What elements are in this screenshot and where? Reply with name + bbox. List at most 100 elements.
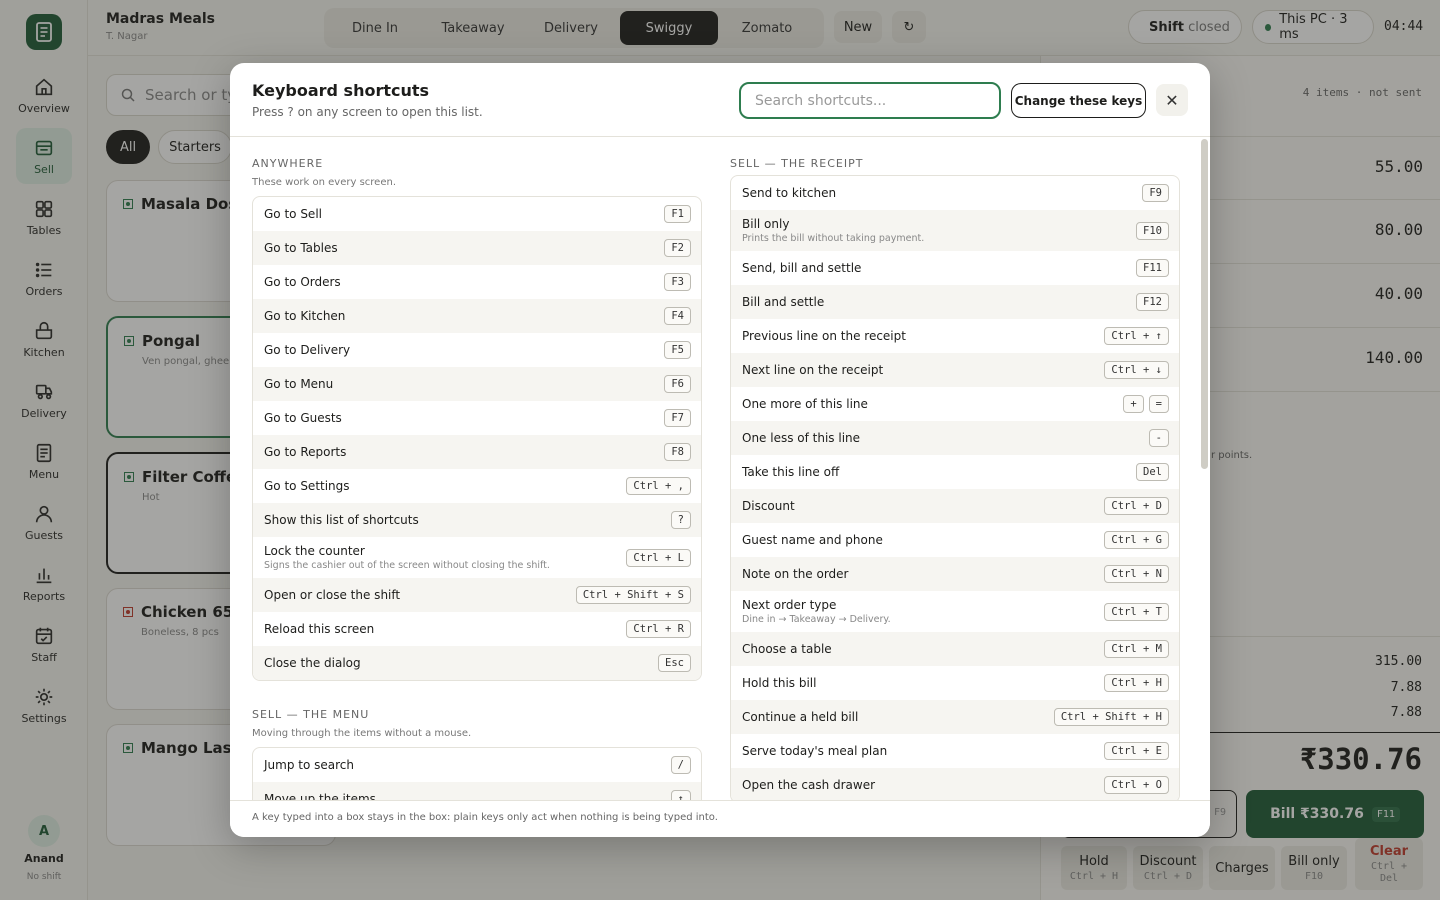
shortcut-row[interactable]: Go to Guests F7 (253, 401, 701, 435)
shortcut-row[interactable]: Move up the items ↑ (253, 782, 701, 800)
shortcut-text: Close the dialog (264, 656, 361, 670)
shortcut-text: Reload this screen (264, 622, 374, 636)
shortcut-row[interactable]: Hold this bill Ctrl + H (731, 666, 1179, 700)
shortcut-row[interactable]: Choose a table Ctrl + M (731, 632, 1179, 666)
key-cap: Ctrl + Shift + H (1053, 708, 1169, 726)
shortcut-label: Go to Sell (264, 207, 322, 221)
dialog-scrollbar[interactable] (1201, 139, 1208, 469)
shortcut-label: Go to Menu (264, 377, 334, 391)
shortcut-row[interactable]: Next order type Dine in → Takeaway → Deli… (731, 591, 1179, 632)
shortcut-row[interactable]: Take this line off Del (731, 455, 1179, 489)
shortcut-text: Go to Tables (264, 241, 338, 255)
key-cap: F9 (1142, 184, 1169, 202)
dialog-body[interactable]: ANYWHERE These work on every screen. Go … (230, 137, 1210, 800)
shortcut-row[interactable]: Open or close the shift Ctrl + Shift + S (253, 578, 701, 612)
shortcut-description: Dine in → Takeaway → Delivery. (742, 614, 891, 625)
key-cap: Ctrl + O (1104, 776, 1169, 794)
shortcut-description: Prints the bill without taking payment. (742, 233, 925, 244)
shortcut-text: One less of this line (742, 431, 860, 445)
shortcut-row[interactable]: Go to Reports F8 (253, 435, 701, 469)
key-cap: Ctrl + M (1104, 640, 1169, 658)
shortcut-row[interactable]: Send, bill and settle F11 (731, 251, 1179, 285)
shortcut-label: Send, bill and settle (742, 261, 862, 275)
close-icon[interactable]: ✕ (1156, 84, 1188, 116)
shortcut-label: Reload this screen (264, 622, 375, 636)
key-cap: Ctrl + ↑ (1104, 327, 1169, 345)
shortcut-row[interactable]: Continue a held bill Ctrl + Shift + H (731, 700, 1179, 734)
key-cap: Ctrl + L (626, 548, 691, 567)
shortcut-row[interactable]: One less of this line - (731, 421, 1179, 455)
shortcut-text: Next line on the receipt (742, 363, 883, 377)
shortcut-row[interactable]: Go to Settings Ctrl + , (253, 469, 701, 503)
shortcut-text: Discount (742, 499, 795, 513)
shortcut-keys: Ctrl + R (626, 620, 691, 638)
shortcut-label: Go to Guests (264, 411, 342, 425)
shortcut-row[interactable]: Go to Orders F3 (253, 265, 701, 299)
shortcut-label: Move up the items (264, 792, 376, 800)
shortcut-text: Go to Reports (264, 445, 346, 459)
shortcut-row[interactable]: Go to Menu F6 (253, 367, 701, 401)
shortcut-text: Hold this bill (742, 676, 816, 690)
shortcut-row[interactable]: One more of this line + = (731, 387, 1179, 421)
shortcut-text: Bill and settle (742, 295, 824, 309)
shortcut-row[interactable]: Guest name and phone Ctrl + G (731, 523, 1179, 557)
key-cap: F12 (1136, 293, 1169, 311)
shortcut-row[interactable]: Close the dialog Esc (253, 646, 701, 680)
shortcut-row[interactable]: Go to Delivery F5 (253, 333, 701, 367)
shortcut-row[interactable]: Go to Tables F2 (253, 231, 701, 265)
key-cap: ↑ (670, 790, 691, 800)
shortcut-row[interactable]: Note on the order Ctrl + N (731, 557, 1179, 591)
key-cap: F5 (664, 341, 691, 359)
shortcut-row[interactable]: Next line on the receipt Ctrl + ↓ (731, 353, 1179, 387)
shortcut-keys: ↑ (670, 790, 691, 800)
key-cap: F2 (664, 239, 691, 257)
shortcut-keys: Ctrl + M (1104, 640, 1169, 658)
shortcut-label: Serve today's meal plan (742, 744, 888, 758)
shortcut-row[interactable]: Send to kitchen F9 (731, 176, 1179, 210)
key-cap: + (1123, 395, 1144, 413)
shortcut-text: Previous line on the receipt (742, 329, 906, 343)
shortcut-row[interactable]: Discount Ctrl + D (731, 489, 1179, 523)
section-title-menu: SELL — THE MENU (252, 708, 370, 721)
shortcut-row[interactable]: Previous line on the receipt Ctrl + ↑ (731, 319, 1179, 353)
shortcut-keys: Ctrl + G (1104, 531, 1169, 549)
section-subtitle-menu: Moving through the items without a mouse… (252, 728, 472, 739)
shortcut-list-receipt: Send to kitchen F9 Bill only Prints the bil… (730, 175, 1180, 800)
shortcut-row[interactable]: Serve today's meal plan Ctrl + E (731, 734, 1179, 768)
shortcut-label: Show this list of shortcuts (264, 513, 419, 527)
shortcut-text: Note on the order (742, 567, 849, 581)
change-keys-button[interactable]: Change these keys (1011, 83, 1146, 118)
key-cap: Ctrl + Shift + S (575, 586, 691, 604)
shortcut-label: Take this line off (742, 465, 840, 479)
shortcut-row[interactable]: Open the cash drawer Ctrl + O (731, 768, 1179, 800)
shortcut-text: Choose a table (742, 642, 832, 656)
shortcut-text: Go to Settings (264, 479, 350, 493)
shortcut-text: Go to Kitchen (264, 309, 345, 323)
shortcut-search-input[interactable] (739, 82, 1001, 119)
shortcut-row[interactable]: Lock the counter Signs the cashier out of… (253, 537, 701, 578)
shortcut-label: Jump to search (264, 758, 354, 772)
shortcut-row[interactable]: Show this list of shortcuts? (253, 503, 701, 537)
shortcut-row[interactable]: Reload this screen Ctrl + R (253, 612, 701, 646)
shortcut-row[interactable]: Bill and settle F12 (731, 285, 1179, 319)
key-cap: Ctrl + N (1104, 565, 1169, 583)
shortcut-row[interactable]: Jump to search / (253, 748, 701, 782)
shortcut-keys: F11 (1136, 259, 1169, 277)
key-cap: Ctrl + D (1104, 497, 1169, 515)
shortcut-text: Jump to search (264, 758, 354, 772)
shortcut-label: Go to Delivery (264, 343, 351, 357)
shortcut-label: Go to Orders (264, 275, 341, 289)
shortcut-keys: - (1148, 429, 1169, 447)
shortcut-keys: / (670, 756, 691, 774)
shortcut-row[interactable]: Bill only Prints the bill without taking … (731, 210, 1179, 251)
shortcut-keys: Del (1136, 463, 1169, 481)
shortcut-keys: Ctrl + D (1104, 497, 1169, 515)
shortcut-row[interactable]: Go to Kitchen F4 (253, 299, 701, 333)
shortcut-text: Take this line off (742, 465, 839, 479)
section-title-receipt: SELL — THE RECEIPT (730, 157, 864, 170)
key-cap: Ctrl + , (626, 477, 691, 495)
shortcut-row[interactable]: Go to Sell F1 (253, 197, 701, 231)
key-cap: F3 (664, 273, 691, 291)
key-cap: Del (1136, 463, 1169, 481)
keyboard-shortcuts-dialog: Keyboard shortcuts Press ? on any screen… (230, 63, 1210, 837)
